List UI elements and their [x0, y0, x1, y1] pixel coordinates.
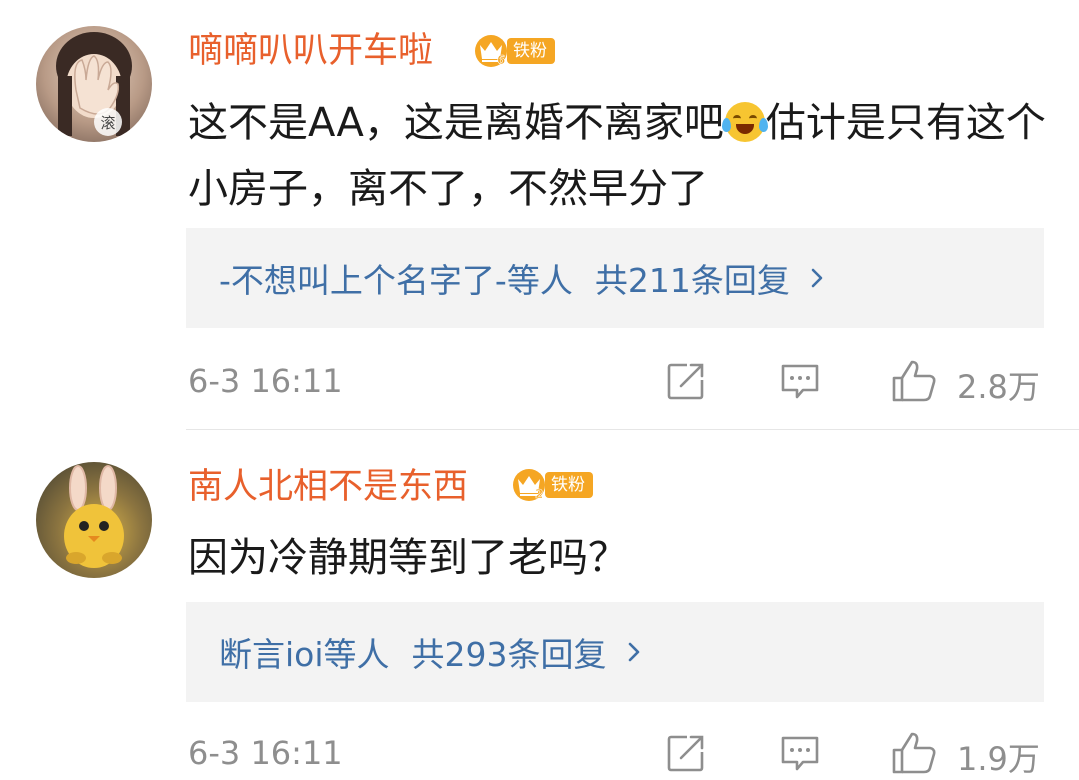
- tear-shape: [758, 118, 768, 132]
- comment-item: 南人北相不是东西 2 铁粉 因为冷静期等到了老吗？ 断言ioi等人 共293条回…: [0, 432, 1079, 778]
- share-icon[interactable]: [665, 360, 707, 402]
- laugh-cry-emoji: [721, 102, 768, 142]
- comment-icon[interactable]: [779, 360, 821, 402]
- reply-names: -不想叫上个名字了-等人: [219, 261, 573, 300]
- share-icon[interactable]: [665, 732, 707, 774]
- chevron-right-icon: [811, 268, 823, 288]
- comment-meta: 6-3 16:11 2.8万: [0, 356, 1079, 406]
- timestamp: 6-3 16:11: [188, 362, 343, 400]
- avatar-caption: 滚: [100, 114, 115, 132]
- comment-icon[interactable]: [779, 732, 821, 774]
- comment-item: 滚 嘀嘀叭叭开车啦 6 铁粉 这不是AA，这是离婚不离家吧 估计是只有这个小房子，…: [0, 0, 1079, 430]
- comment-meta: 6-3 16:11 1.9万: [0, 728, 1079, 778]
- timestamp: 6-3 16:11: [188, 734, 343, 772]
- fan-badge[interactable]: 2 铁粉: [511, 467, 593, 503]
- like-count: 1.9万: [957, 740, 1040, 778]
- thumbs-up-icon[interactable]: [890, 730, 938, 776]
- crown-icon: 2: [513, 469, 545, 501]
- reply-summary[interactable]: 断言ioi等人 共293条回复: [186, 602, 1044, 702]
- username[interactable]: 嘀嘀叭叭开车啦: [188, 31, 433, 71]
- badge-label: 铁粉: [507, 38, 555, 64]
- fan-badge[interactable]: 6 铁粉: [473, 33, 555, 69]
- comment-text-part: 这不是AA，这是离婚不离家吧: [188, 100, 724, 146]
- comment-text: 这不是AA，这是离婚不离家吧 估计是只有这个小房子，离不了，不然早分了: [188, 90, 1048, 222]
- badge-label: 铁粉: [545, 472, 593, 498]
- badge-level: 2: [535, 487, 543, 501]
- divider: [186, 429, 1079, 430]
- thumbs-up-icon[interactable]: [890, 358, 938, 404]
- comment-text: 因为冷静期等到了老吗？: [188, 535, 628, 581]
- avatar-image: 滚: [56, 32, 132, 136]
- reply-total: 共211条回复: [594, 261, 790, 300]
- badge-level: 6: [497, 53, 505, 67]
- avatar[interactable]: 滚: [36, 26, 152, 142]
- avatar[interactable]: [36, 462, 152, 578]
- reply-names: 断言ioi等人: [219, 635, 390, 674]
- crown-icon: 6: [475, 35, 507, 67]
- chevron-right-icon: [628, 642, 639, 662]
- like-count: 2.8万: [957, 368, 1040, 406]
- username[interactable]: 南人北相不是东西: [188, 467, 468, 507]
- avatar-image: [64, 465, 124, 568]
- mouth-shape: [735, 124, 754, 134]
- reply-total: 共293条回复: [411, 635, 607, 674]
- reply-summary[interactable]: -不想叫上个名字了-等人 共211条回复: [186, 228, 1044, 328]
- tear-shape: [721, 118, 731, 132]
